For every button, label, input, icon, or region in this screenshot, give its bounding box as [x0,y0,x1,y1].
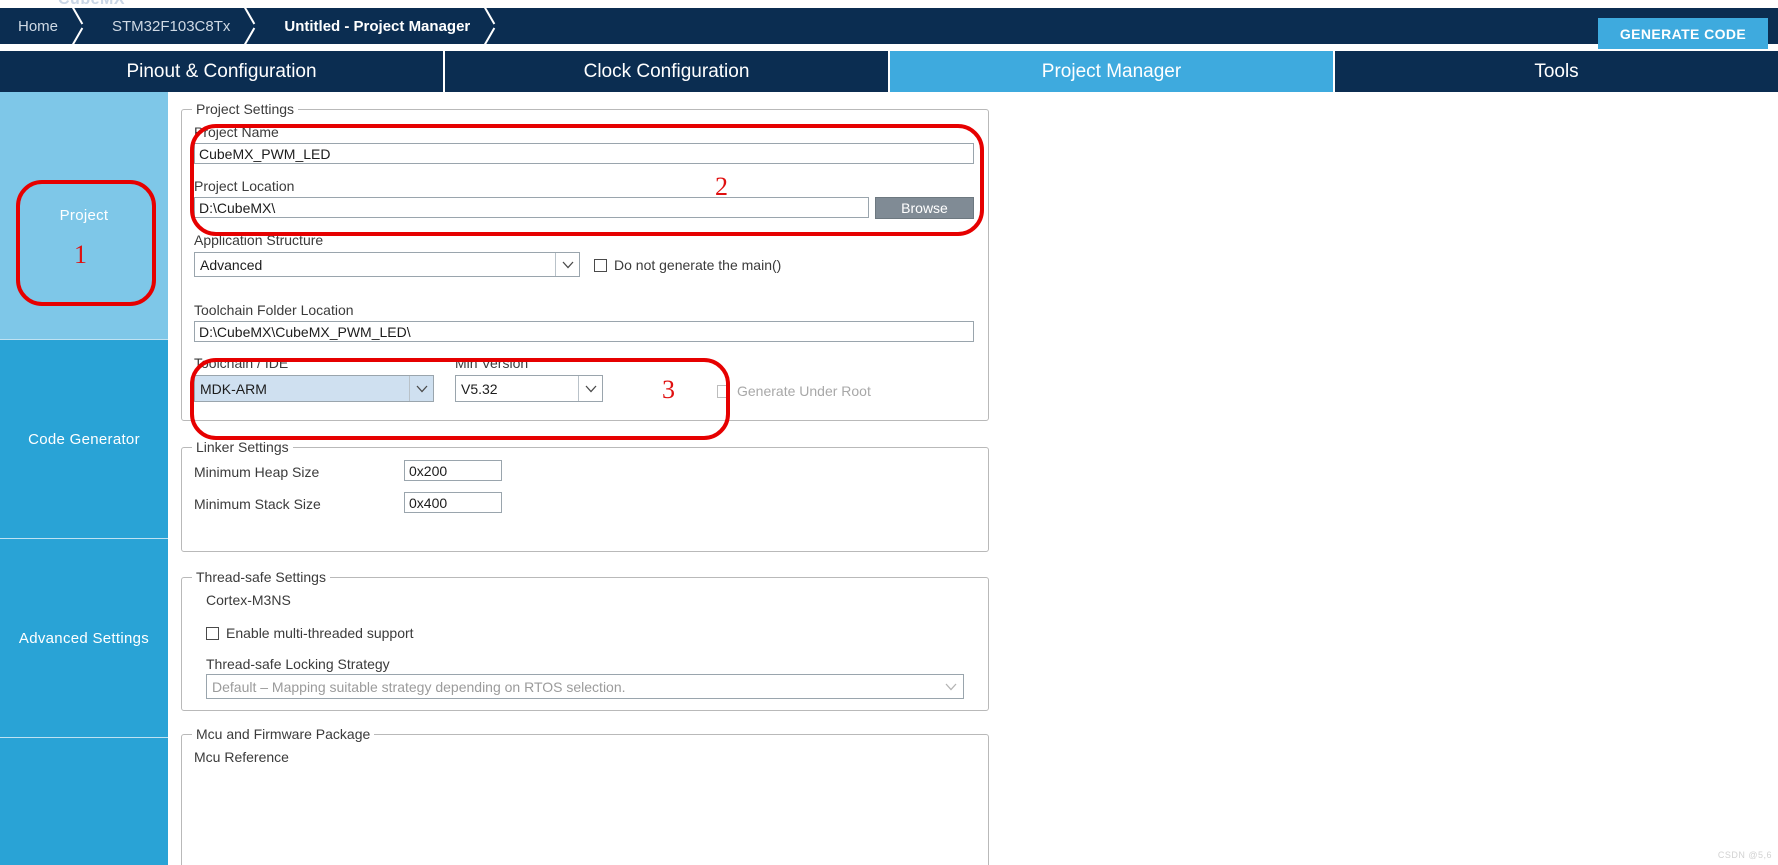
enable-multithreaded-support-checkbox[interactable]: Enable multi-threaded support [206,625,414,641]
locking-strategy-select[interactable]: Default – Mapping suitable strategy depe… [206,674,964,699]
browse-button[interactable]: Browse [875,197,974,219]
application-structure-value: Advanced [200,256,263,273]
project-manager-panel: Project Settings Project Name CubeMX_PWM… [169,92,1778,865]
sidebar-item-advanced-settings[interactable]: Advanced Settings [0,538,168,737]
sidebar-item-label: Project [59,207,109,224]
generate-under-root-label: Generate Under Root [737,383,871,399]
toolchain-ide-value: MDK-ARM [200,380,267,397]
checkbox-icon [594,258,607,272]
app-logo-strip: CubeMX [0,0,1778,8]
linker-settings-group: Linker Settings Minimum Heap Size 0x200 … [181,439,989,552]
toolchain-ide-select[interactable]: MDK-ARM [194,375,434,402]
project-settings-group: Project Settings Project Name CubeMX_PWM… [181,101,989,421]
thread-safe-settings-title: Thread-safe Settings [192,569,330,585]
minimum-heap-size-label: Minimum Heap Size [194,464,320,480]
tab-tools[interactable]: Tools [1335,51,1778,92]
generate-under-root-checkbox[interactable]: Generate Under Root [717,383,871,399]
min-version-select[interactable]: V5.32 [455,375,603,402]
checkbox-icon [717,384,730,398]
project-location-input[interactable]: D:\CubeMX\ [194,197,869,218]
project-location-label: Project Location [194,178,295,194]
minimum-stack-size-input[interactable]: 0x400 [404,492,502,513]
mcu-reference-label: Mcu Reference [194,749,289,765]
generate-code-button[interactable]: GENERATE CODE [1598,18,1768,49]
sidebar-item-extra[interactable] [0,737,168,865]
watermark: CSDN @5,6 [1717,850,1772,860]
application-structure-label: Application Structure [194,232,324,248]
chevron-down-icon [578,376,602,401]
chevron-down-icon [555,253,579,276]
toolchain-ide-label: Toolchain / IDE [194,355,289,371]
sidebar-item-code-generator[interactable]: Code Generator [0,339,168,538]
breadcrumb: Home STM32F103C8Tx Untitled - Project Ma… [0,8,1778,49]
locking-strategy-value: Default – Mapping suitable strategy depe… [212,678,626,695]
sidebar-item-project[interactable]: Project [0,92,168,339]
chevron-right-icon [480,8,506,44]
project-name-input[interactable]: CubeMX_PWM_LED [194,143,974,164]
toolchain-folder-input[interactable]: D:\CubeMX\CubeMX_PWM_LED\ [194,321,974,342]
mcu-firmware-package-group: Mcu and Firmware Package Mcu Reference [181,726,989,865]
sidebar-item-label: Advanced Settings [18,629,150,647]
project-name-label: Project Name [194,124,279,140]
chevron-right-icon [68,8,94,44]
main-tab-bar: Pinout & Configuration Clock Configurati… [0,51,1778,92]
toolchain-folder-label: Toolchain Folder Location [194,302,354,318]
min-version-value: V5.32 [461,380,498,397]
do-not-generate-main-checkbox[interactable]: Do not generate the main() [594,257,781,273]
application-structure-select[interactable]: Advanced [194,252,580,277]
do-not-generate-main-label: Do not generate the main() [614,257,782,273]
chevron-down-icon [409,376,433,401]
enable-multithreaded-support-label: Enable multi-threaded support [226,625,414,641]
project-settings-title: Project Settings [192,101,299,117]
breadcrumb-item-mcu[interactable]: STM32F103C8Tx [94,8,240,44]
sidebar: Project Code Generator Advanced Settings [0,92,168,865]
sidebar-item-label: Code Generator [28,430,140,448]
mcu-firmware-package-title: Mcu and Firmware Package [192,726,375,742]
tab-project-manager[interactable]: Project Manager [890,51,1335,92]
chevron-right-icon [240,8,266,44]
minimum-stack-size-label: Minimum Stack Size [194,496,321,512]
tab-clock-configuration[interactable]: Clock Configuration [445,51,890,92]
cubemx-window: CubeMX Home STM32F103C8Tx Untitled - Pro… [0,0,1778,865]
core-label: Cortex-M3NS [206,592,291,608]
app-logo-text: CubeMX [58,0,125,8]
breadcrumb-item-home[interactable]: Home [0,8,68,44]
tab-pinout-configuration[interactable]: Pinout & Configuration [0,51,445,92]
breadcrumb-item-project-manager[interactable]: Untitled - Project Manager [266,8,480,44]
thread-safe-settings-group: Thread-safe Settings Cortex-M3NS Enable … [181,569,989,711]
locking-strategy-label: Thread-safe Locking Strategy [206,656,390,672]
min-version-label: Min Version [455,355,529,371]
minimum-heap-size-input[interactable]: 0x200 [404,460,502,481]
chevron-down-icon [939,675,963,698]
linker-settings-title: Linker Settings [192,439,293,455]
checkbox-icon [206,626,219,640]
